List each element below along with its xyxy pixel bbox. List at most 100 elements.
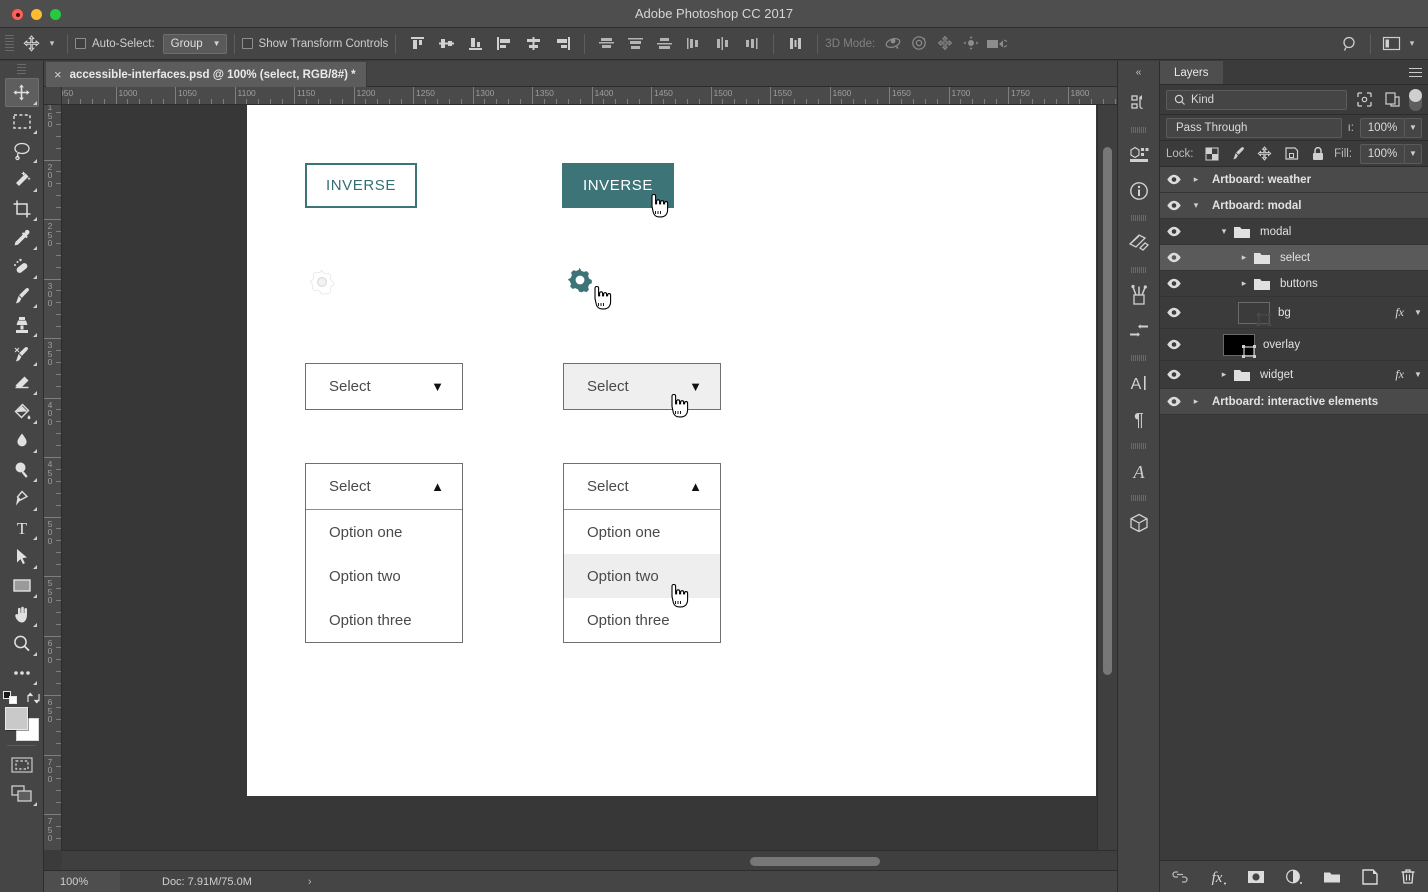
edit-toolbar-tool[interactable] [5,658,39,687]
delete-layer-icon[interactable] [1397,866,1419,888]
rail-group-grip[interactable] [1130,355,1147,361]
select-header[interactable]: Select ▲ [564,464,720,509]
gear-icon-default[interactable] [307,267,337,302]
layer-row-widget-group[interactable]: ▸ widget fx ▼ [1160,361,1428,389]
pixel-filter-icon[interactable] [1353,90,1375,110]
document-tab[interactable]: × accessible-interfaces.psd @ 100% (sele… [46,62,367,87]
crop-tool[interactable] [5,194,39,223]
brush-settings-panel-icon[interactable] [1121,313,1157,349]
layer-visibility-icon[interactable] [1160,226,1188,237]
roll-3d-icon[interactable] [906,32,932,56]
fill-control[interactable]: 100% ▼ [1360,143,1422,164]
canvas-area[interactable]: INVERSE INVERSE Select ▼ Select ▼ Select… [62,105,1117,850]
magic-wand-tool[interactable] [5,165,39,194]
healing-brush-tool[interactable] [5,252,39,281]
layer-visibility-icon[interactable] [1160,200,1188,211]
layer-row-artboard-interactive-elements[interactable]: ▸ Artboard: interactive elements [1160,389,1428,415]
workspace-chevron-icon[interactable]: ▾ [1404,38,1420,49]
3d-panel-icon[interactable] [1121,505,1157,541]
zoom-tool[interactable] [5,629,39,658]
expand-chevron-icon[interactable]: ▸ [1188,174,1204,185]
ruler-origin[interactable] [44,87,62,105]
dodge-tool[interactable] [5,455,39,484]
layer-visibility-icon[interactable] [1160,307,1188,318]
properties-panel-icon[interactable] [1121,137,1157,173]
expand-chevron-icon[interactable]: ▸ [1236,252,1252,263]
type-tool[interactable]: T [5,513,39,542]
layer-visibility-icon[interactable] [1160,174,1188,185]
align-vertical-centers-icon[interactable] [432,32,461,56]
align-right-edges-icon[interactable] [548,32,577,56]
lock-all-icon[interactable] [1308,144,1329,164]
lock-position-icon[interactable] [1255,144,1276,164]
brush-tool[interactable] [5,281,39,310]
select-option[interactable]: Option one [306,510,462,554]
expand-chevron-icon[interactable]: ▸ [1188,396,1204,407]
zoom-3d-camera-icon[interactable] [984,32,1010,56]
link-layers-icon[interactable] [1169,866,1191,888]
add-layer-mask-icon[interactable] [1245,866,1267,888]
layer-row-artboard-modal[interactable]: ▾ Artboard: modal [1160,193,1428,219]
layer-row-artboard-weather[interactable]: ▸ Artboard: weather [1160,167,1428,193]
zoom-level[interactable]: 100% [44,871,120,892]
inverse-button-hover[interactable]: INVERSE [562,163,674,208]
auto-select-scope-dropdown[interactable]: Group ▼ [162,33,227,54]
blend-mode-dropdown[interactable]: Pass Through [1166,117,1342,138]
character-panel-icon[interactable]: A [1121,365,1157,401]
select-closed-default[interactable]: Select ▼ [305,363,463,410]
tool-preset-chevron-icon[interactable]: ▾ [44,38,60,49]
canvas-vertical-scrollbar[interactable] [1097,105,1117,850]
horizontal-ruler[interactable]: 950 1000 1050 1100 1150 1200 1250 1300 1350 1400 1… [62,87,1117,105]
quick-mask-toggle[interactable] [5,750,39,779]
select-option[interactable]: Option three [564,598,720,642]
opacity-value[interactable]: 100% [1360,117,1405,138]
rail-group-grip[interactable] [1130,267,1147,273]
default-colors-icon[interactable] [2,691,18,705]
brushes-panel-icon[interactable] [1121,277,1157,313]
eyedropper-tool[interactable] [5,223,39,252]
rectangle-tool[interactable] [5,571,39,600]
rail-group-grip[interactable] [1130,215,1147,221]
rectangular-marquee-tool[interactable] [5,107,39,136]
distribute-right-edges-icon[interactable] [737,32,766,56]
artboard-canvas[interactable]: INVERSE INVERSE Select ▼ Select ▼ Select… [247,105,1096,796]
scrollbar-thumb[interactable] [750,857,880,866]
select-option[interactable]: Option two [306,554,462,598]
align-left-edges-icon[interactable] [490,32,519,56]
history-panel-icon[interactable] [1121,85,1157,121]
hand-tool[interactable] [5,600,39,629]
select-closed-hover[interactable]: Select ▼ [563,363,721,410]
fill-value[interactable]: 100% [1360,143,1405,164]
orbit-3d-icon[interactable] [880,32,906,56]
layer-comps-panel-icon[interactable] [1121,225,1157,261]
scrollbar-thumb[interactable] [1103,147,1112,675]
pan-3d-icon[interactable] [932,32,958,56]
rail-group-grip[interactable] [1130,127,1147,133]
layer-visibility-icon[interactable] [1160,396,1188,407]
blur-tool[interactable] [5,426,39,455]
distribute-vertical-centers-icon[interactable] [621,32,650,56]
layer-effects-icon[interactable]: fx [1395,305,1408,320]
lock-image-pixels-icon[interactable] [1228,144,1249,164]
layer-visibility-icon[interactable] [1160,369,1188,380]
chevron-down-icon[interactable]: ▼ [1405,143,1422,164]
auto-align-layers-icon[interactable] [781,32,810,56]
expand-chevron-icon[interactable]: ▸ [1236,278,1252,289]
layer-visibility-icon[interactable] [1160,339,1188,350]
move-tool-icon[interactable] [18,32,44,56]
foreground-color-swatch[interactable] [4,707,28,730]
select-option-highlighted[interactable]: Option two [564,554,720,598]
select-option[interactable]: Option three [306,598,462,642]
paragraph-panel-icon[interactable]: ¶ [1121,401,1157,437]
distribute-horizontal-centers-icon[interactable] [708,32,737,56]
collapse-chevron-icon[interactable]: ▾ [1216,226,1232,237]
select-header[interactable]: Select ▲ [306,464,462,509]
move-tool[interactable] [4,78,39,107]
chevron-down-icon[interactable]: ▼ [1405,117,1422,138]
opacity-control[interactable]: 100% ▼ [1360,117,1422,138]
layer-effects-icon[interactable]: fx [1395,367,1408,382]
info-panel-icon[interactable] [1121,173,1157,209]
show-transform-controls-control[interactable]: Show Transform Controls [241,38,388,50]
distribute-top-edges-icon[interactable] [592,32,621,56]
smart-filter-icon[interactable] [1381,90,1403,110]
